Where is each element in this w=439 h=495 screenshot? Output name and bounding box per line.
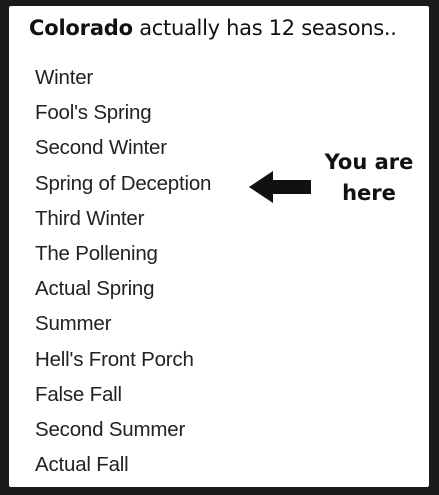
you-are-here-line-2: here: [342, 181, 396, 205]
season-item: Fool's Spring: [35, 101, 152, 125]
title-rest: actually has 12 seasons..: [132, 16, 397, 40]
season-item: Hell's Front Porch: [35, 347, 194, 371]
you-are-here-line-1: You are: [324, 150, 414, 174]
title-place: Colorado: [29, 16, 133, 40]
season-item: Actual Spring: [35, 277, 155, 301]
you-are-here-label: You are here: [311, 147, 427, 209]
season-item: Winter: [35, 66, 94, 89]
season-item: Third Winter: [35, 206, 145, 230]
season-item: False Fall: [35, 382, 122, 406]
season-item: Summer: [35, 312, 112, 336]
season-item: Spring of Deception: [35, 171, 212, 195]
meme-title: Colorado actually has 12 seasons..: [29, 16, 397, 40]
season-item: Second Summer: [35, 417, 186, 441]
left-arrow-icon: [249, 171, 311, 203]
season-item: The Pollening: [35, 241, 158, 265]
season-list: Winter Fool's Spring Second Winter Sprin…: [35, 60, 211, 482]
season-item: Second Winter: [35, 136, 167, 160]
season-item: Actual Fall: [35, 453, 129, 477]
meme-card: Colorado actually has 12 seasons.. Winte…: [9, 6, 429, 487]
